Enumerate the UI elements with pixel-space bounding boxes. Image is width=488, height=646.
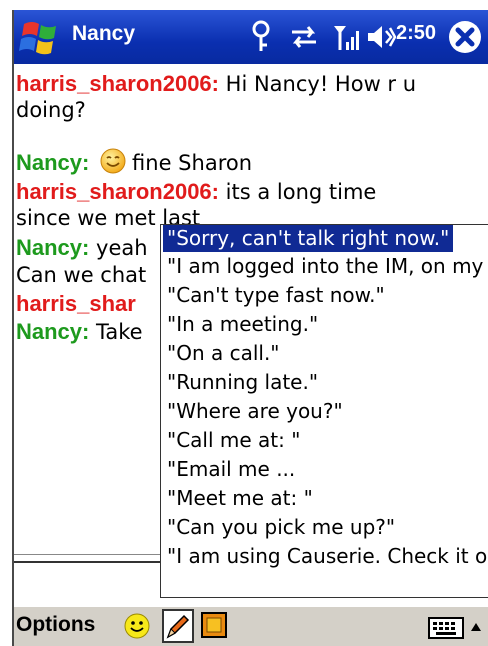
- chat-line: doing?: [16, 97, 86, 124]
- quick-reply-item[interactable]: "I am logged into the IM, on my m: [163, 253, 488, 280]
- chat-line: Nancy: Take: [16, 318, 143, 346]
- message-text: doing?: [16, 98, 86, 122]
- handwriting-toggle[interactable]: [162, 609, 194, 643]
- quick-reply-item[interactable]: "I am using Causerie. Check it out: [163, 543, 488, 570]
- connectivity-icon[interactable]: [248, 20, 274, 54]
- sender-nick: harris_shar: [16, 291, 136, 316]
- smiley-emoticon-icon: [100, 148, 126, 174]
- volume-icon[interactable]: [366, 20, 396, 54]
- start-menu-icon[interactable]: [18, 18, 64, 58]
- chat-line: harris_sharon2006: its a long time: [16, 178, 376, 206]
- sync-arrows-icon[interactable]: [288, 20, 320, 54]
- quick-reply-item[interactable]: "On a call.": [163, 340, 284, 367]
- quick-reply-item[interactable]: "In a meeting.": [163, 311, 322, 338]
- quick-reply-menu: "Sorry, can't talk right now." "I am log…: [160, 224, 488, 598]
- emoticon-button-icon[interactable]: [124, 613, 150, 639]
- message-text: yeah: [89, 236, 148, 260]
- message-text: Can we chat: [16, 263, 147, 287]
- app-window: Nancy 2:50 harris_sharon2006: Hi Nancy! …: [12, 10, 488, 646]
- message-text: fine Sharon: [132, 151, 253, 175]
- message-text: Hi Nancy! How r u: [219, 72, 417, 96]
- clock[interactable]: 2:50: [396, 22, 436, 45]
- quick-reply-item[interactable]: "Email me ...: [163, 456, 299, 483]
- options-menu-button[interactable]: Options: [16, 613, 95, 637]
- title-bar: Nancy 2:50: [14, 10, 488, 64]
- window-title: Nancy: [72, 22, 136, 45]
- keyboard-icon[interactable]: [428, 617, 464, 639]
- quick-reply-item[interactable]: "Running late.": [163, 369, 322, 396]
- close-button[interactable]: [446, 18, 484, 56]
- sender-nick: Nancy:: [16, 235, 90, 260]
- sender-nick: harris_sharon2006:: [16, 71, 219, 96]
- chat-line: Nancy: fine Sharon: [16, 148, 252, 177]
- quick-reply-item[interactable]: "Sorry, can't talk right now.": [163, 225, 454, 252]
- sender-nick: harris_sharon2006:: [16, 179, 219, 204]
- pencil-icon: [166, 614, 190, 639]
- quick-reply-item[interactable]: "Meet me at: ": [163, 485, 317, 512]
- quick-reply-item[interactable]: "Can't type fast now.": [163, 282, 389, 309]
- chat-line: harris_shar: [16, 290, 136, 318]
- quick-reply-item[interactable]: "Call me at: ": [163, 427, 304, 454]
- chat-line: Can we chat: [16, 262, 146, 289]
- quick-reply-item[interactable]: "Can you pick me up?": [163, 514, 399, 541]
- sender-nick: Nancy:: [16, 319, 90, 344]
- chat-line: Nancy: yeah: [16, 234, 148, 262]
- sender-nick: Nancy:: [16, 150, 90, 175]
- chat-line: harris_sharon2006: Hi Nancy! How r u: [16, 70, 416, 98]
- input-selector-arrow-icon[interactable]: [468, 615, 484, 641]
- menu-bar: Options: [14, 606, 488, 646]
- quick-reply-item[interactable]: "Where are you?": [163, 398, 347, 425]
- message-text: its a long time: [219, 180, 377, 204]
- color-picker-icon[interactable]: [200, 611, 230, 641]
- signal-strength-icon[interactable]: [332, 20, 362, 54]
- message-text: Take: [89, 320, 143, 344]
